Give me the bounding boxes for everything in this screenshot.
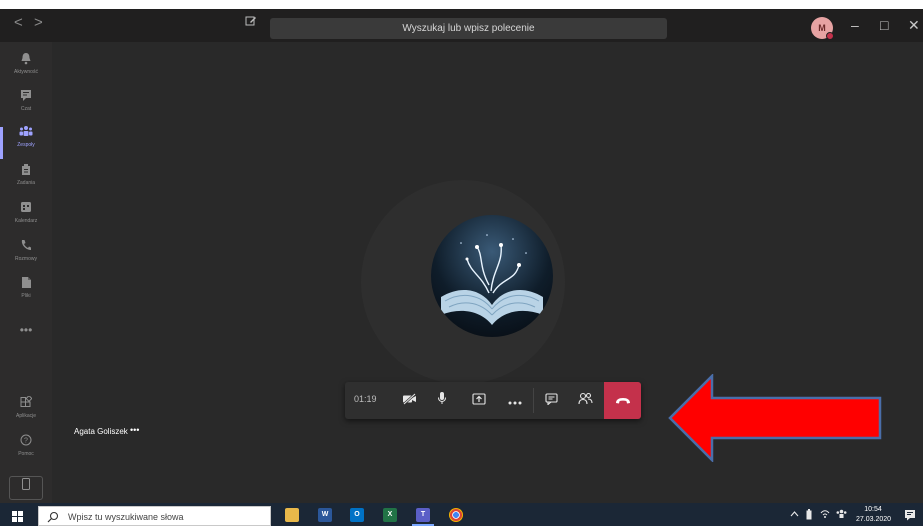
action-center-icon[interactable] bbox=[904, 508, 916, 521]
windows-start-icon[interactable] bbox=[12, 509, 23, 526]
clock-time: 10:54 bbox=[864, 506, 882, 513]
close-button[interactable]: ✕ bbox=[908, 17, 920, 34]
calendar-icon bbox=[0, 201, 52, 217]
participant-avatar-image bbox=[431, 215, 553, 337]
taskbar-search-box[interactable]: Wpisz tu wyszukiwane słowa bbox=[38, 506, 271, 526]
file-icon bbox=[0, 276, 52, 292]
screen-top-edge bbox=[0, 0, 923, 9]
minimize-button[interactable]: – bbox=[851, 17, 859, 33]
taskbar-clock[interactable]: 10:54 27.03.2020 bbox=[856, 505, 892, 525]
participant-name: Agata Goliszek bbox=[74, 427, 128, 436]
rail-item-label: Rozmowy bbox=[15, 256, 37, 262]
camera-toggle-button[interactable] bbox=[396, 382, 424, 419]
show-hidden-icons-button[interactable] bbox=[790, 509, 799, 519]
controls-divider bbox=[533, 388, 534, 413]
apps-icon bbox=[0, 394, 52, 412]
teams-taskbar-icon[interactable]: T bbox=[412, 508, 434, 526]
back-button[interactable]: < bbox=[14, 14, 23, 31]
rail-item-label: Aktywność bbox=[14, 69, 38, 75]
file-explorer-icon[interactable] bbox=[285, 508, 299, 522]
maximize-button[interactable]: □ bbox=[880, 17, 888, 33]
command-search-bar[interactable]: Wyszukaj lub wpisz polecenie bbox=[270, 18, 667, 39]
rail-item-label: Czat bbox=[20, 106, 32, 112]
phone-icon bbox=[0, 239, 52, 255]
red-arrow-annotation bbox=[668, 374, 882, 462]
search-icon bbox=[47, 510, 59, 526]
presence-status-icon bbox=[826, 32, 834, 40]
rail-item-label: Pomoc bbox=[18, 451, 34, 457]
call-timer: 01:19 bbox=[354, 394, 377, 404]
teams-tray-icon[interactable] bbox=[836, 509, 847, 521]
rail-more-button[interactable]: ••• bbox=[0, 323, 52, 337]
clock-date: 27.03.2020 bbox=[856, 516, 892, 523]
rail-item-help[interactable]: ? Pomoc bbox=[0, 434, 52, 470]
hang-up-icon bbox=[615, 392, 631, 410]
rail-item-label: Zespoły bbox=[17, 142, 35, 148]
show-participants-button[interactable] bbox=[571, 382, 599, 419]
device-icon[interactable] bbox=[9, 476, 43, 500]
network-icon[interactable] bbox=[820, 509, 830, 520]
new-chat-icon[interactable] bbox=[245, 15, 257, 30]
rail-item-calls[interactable]: Rozmowy bbox=[0, 239, 52, 275]
word-icon[interactable]: W bbox=[318, 508, 332, 522]
microphone-icon bbox=[437, 391, 447, 410]
taskbar-search-placeholder: Wpisz tu wyszukiwane słowa bbox=[68, 512, 184, 522]
microphone-button[interactable] bbox=[428, 382, 456, 419]
assignments-icon bbox=[0, 163, 52, 179]
forward-button[interactable]: > bbox=[34, 14, 43, 31]
rail-item-activity[interactable]: Aktywność bbox=[0, 52, 52, 88]
windows-taskbar: Wpisz tu wyszukiwane słowa W O X T 10:54… bbox=[0, 503, 923, 526]
chrome-icon[interactable] bbox=[449, 508, 463, 522]
battery-icon[interactable] bbox=[806, 509, 812, 522]
rail-item-teams[interactable]: Zespoły bbox=[0, 125, 52, 161]
svg-text:?: ? bbox=[24, 438, 28, 445]
rail-item-label: Zadania bbox=[16, 180, 36, 186]
participants-icon bbox=[577, 392, 593, 410]
call-controls-bar: 01:19 bbox=[345, 382, 641, 419]
rail-item-label: Kalendarz bbox=[14, 218, 38, 224]
share-screen-button[interactable] bbox=[465, 382, 493, 419]
rail-item-chat[interactable]: Czat bbox=[0, 89, 52, 125]
teams-window: < > Wyszukaj lub wpisz polecenie M – □ ✕… bbox=[0, 0, 923, 526]
hang-up-button[interactable] bbox=[604, 382, 641, 419]
show-conversation-button[interactable] bbox=[537, 382, 565, 419]
chat-icon bbox=[0, 89, 52, 105]
outlook-icon[interactable]: O bbox=[350, 508, 364, 522]
rail-item-label: Aplikacje bbox=[15, 413, 36, 419]
teams-icon bbox=[0, 125, 52, 141]
help-icon: ? bbox=[0, 434, 52, 450]
rail-item-assignments[interactable]: Zadania bbox=[0, 163, 52, 199]
excel-icon[interactable]: X bbox=[383, 508, 397, 522]
more-actions-button[interactable] bbox=[501, 382, 529, 419]
camera-off-icon bbox=[402, 392, 418, 410]
ellipsis-icon bbox=[508, 392, 522, 410]
rail-item-label: Pliki bbox=[21, 293, 31, 299]
rail-item-apps[interactable]: Aplikacje bbox=[0, 394, 52, 432]
bell-icon bbox=[0, 52, 52, 68]
participant-more-button[interactable]: ••• bbox=[130, 425, 139, 435]
rail-item-calendar[interactable]: Kalendarz bbox=[0, 201, 52, 237]
chat-bubble-icon bbox=[544, 392, 558, 410]
rail-item-files[interactable]: Pliki bbox=[0, 276, 52, 312]
share-screen-icon bbox=[472, 392, 486, 410]
